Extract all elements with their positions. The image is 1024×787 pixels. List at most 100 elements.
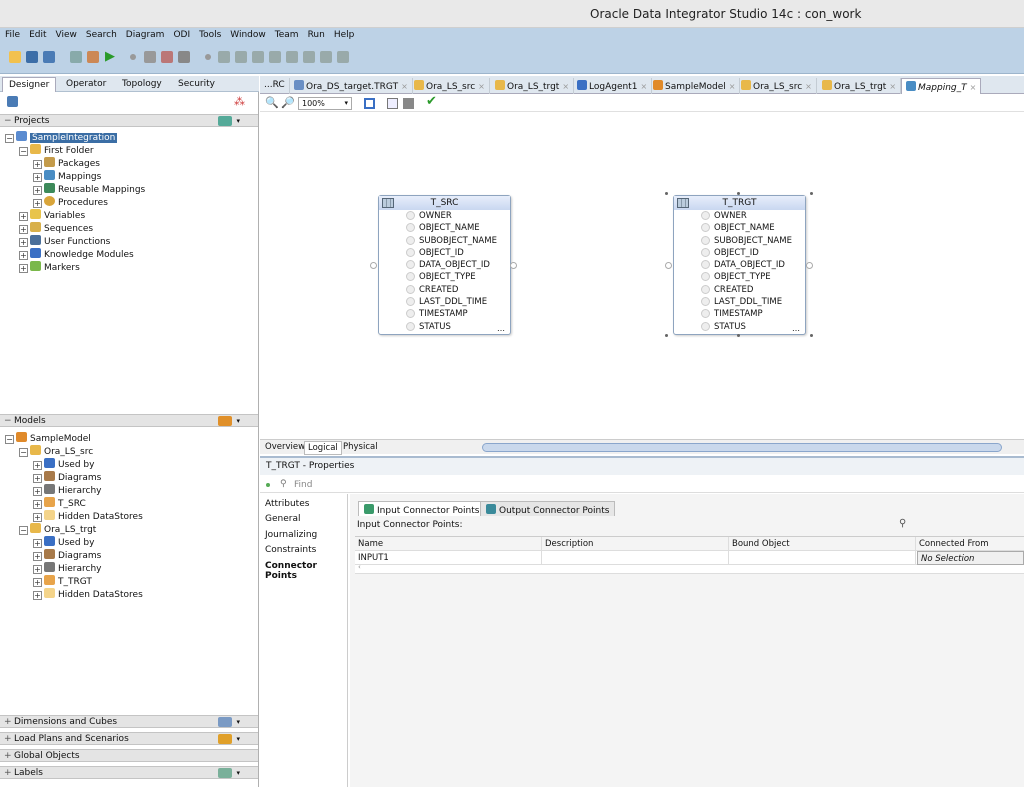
tree-item-markers[interactable]: + Markers — [19, 261, 80, 274]
tab-designer[interactable]: Designer — [2, 77, 57, 92]
subtab-input-connector-points[interactable]: Input Connector Points — [358, 501, 486, 516]
col-description[interactable]: Description — [542, 537, 729, 551]
load-plans-menu-icon[interactable] — [218, 734, 232, 744]
cell-name[interactable]: INPUT1 — [355, 551, 542, 565]
connect-icon[interactable] — [7, 96, 18, 107]
tree-item-trgt-hidden-datastores[interactable]: + Hidden DataStores — [33, 588, 143, 601]
attribute-row[interactable]: OBJECT_ID — [674, 247, 805, 259]
attribute-row[interactable]: OBJECT_NAME — [674, 222, 805, 234]
doc-tab-samplemodel[interactable]: SampleModel × — [649, 78, 741, 94]
zoom-out-icon[interactable]: 🔎 — [281, 96, 295, 109]
doc-tab-mapping-t[interactable]: Mapping_T × — [901, 78, 982, 94]
models-pane-header[interactable]: − Models ▾ — [0, 414, 258, 427]
attribute-row[interactable]: CREATED — [674, 284, 805, 296]
menu-file[interactable]: File — [0, 28, 24, 40]
doc-tab-overflow[interactable]: ...RC — [260, 78, 290, 94]
attribute-row[interactable]: DATA_OBJECT_ID — [674, 259, 805, 271]
table-search-icon[interactable]: ⚲ — [899, 518, 906, 529]
more-icon[interactable]: … — [497, 324, 505, 333]
check-icon[interactable]: ✔ — [426, 94, 437, 109]
menu-tools[interactable]: Tools — [194, 28, 225, 40]
tree-item-knowledge-modules[interactable]: + Knowledge Modules — [19, 248, 134, 261]
subtab-output-connector-points[interactable]: Output Connector Points — [480, 501, 616, 516]
tool-a-icon[interactable] — [161, 51, 173, 63]
menu-search[interactable]: Search — [81, 28, 121, 40]
selection-handle[interactable] — [665, 334, 668, 337]
attribute-row[interactable]: SUBOBJECT_NAME — [674, 235, 805, 247]
attribute-row[interactable]: STATUS — [379, 321, 510, 333]
tool-e-icon[interactable] — [235, 51, 247, 63]
tree-item-sequences[interactable]: + Sequences — [19, 222, 93, 235]
doc-tab-ora-ls-src-2[interactable]: Ora_LS_src × — [737, 78, 817, 94]
new-icon[interactable] — [9, 51, 21, 63]
menu-diagram[interactable]: Diagram — [121, 28, 169, 40]
doc-tab-ora-ds-target[interactable]: Ora_DS_target.TRGT × — [290, 78, 413, 94]
datastore-t-src[interactable]: T_SRC OWNER OBJECT_NAME SUBOBJECT_NAME O… — [378, 195, 511, 335]
table-row[interactable]: INPUT1 No Selection — [355, 551, 1024, 565]
selection-handle[interactable] — [810, 192, 813, 195]
menu-edit[interactable]: Edit — [24, 28, 50, 40]
doc-tab-logagent1[interactable]: LogAgent1 × — [573, 78, 653, 94]
save-all-icon[interactable] — [43, 51, 55, 63]
debug-step-icon[interactable] — [87, 51, 99, 63]
more-icon[interactable]: … — [792, 324, 800, 333]
t-src-input-port[interactable] — [370, 262, 377, 269]
col-name[interactable]: Name — [355, 537, 542, 551]
tool-k-icon[interactable] — [337, 51, 349, 63]
models-menu-icon[interactable] — [218, 416, 232, 426]
tab-operator[interactable]: Operator — [60, 77, 112, 92]
tab-topology[interactable]: Topology — [116, 77, 168, 92]
dimensions-menu-icon[interactable] — [218, 717, 232, 727]
tool-c-icon[interactable] — [205, 54, 211, 60]
zoom-in-icon[interactable]: 🔍 — [265, 96, 279, 109]
global-objects-pane-header[interactable]: + Global Objects — [0, 749, 258, 762]
side-tab-general[interactable]: General — [265, 514, 300, 524]
tree-item-t-src[interactable]: + T_SRC — [33, 497, 86, 510]
selection-handle[interactable] — [810, 334, 813, 337]
tab-physical[interactable]: Physical — [340, 441, 381, 453]
tool-f-icon[interactable] — [252, 51, 264, 63]
tree-item-trgt-used-by[interactable]: + Used by — [33, 536, 94, 549]
attribute-row[interactable]: OWNER — [674, 210, 805, 222]
side-tab-constraints[interactable]: Constraints — [265, 545, 316, 555]
tree-item-trgt-diagrams[interactable]: + Diagrams — [33, 549, 101, 562]
tool-d-icon[interactable] — [218, 51, 230, 63]
tree-item-src-used-by[interactable]: + Used by — [33, 458, 94, 471]
tree-item-first-folder[interactable]: − First Folder — [19, 144, 94, 157]
attribute-row[interactable]: OBJECT_ID — [379, 247, 510, 259]
find-bar[interactable]: ⚲ Find — [260, 477, 1024, 493]
attribute-row[interactable]: OBJECT_TYPE — [674, 271, 805, 283]
tab-overview[interactable]: Overview — [262, 441, 308, 453]
tree-item-variables[interactable]: + Variables — [19, 209, 85, 222]
attribute-row[interactable]: LAST_DDL_TIME — [674, 296, 805, 308]
mapping-canvas[interactable]: T_SRC OWNER OBJECT_NAME SUBOBJECT_NAME O… — [260, 113, 1024, 439]
tree-item-procedures[interactable]: + Procedures — [33, 196, 108, 209]
tree-item-samplemodel[interactable]: − SampleModel — [5, 432, 91, 445]
tree-item-trgt-hierarchy[interactable]: + Hierarchy — [33, 562, 102, 575]
hierarchy-icon[interactable]: ⁂ — [234, 95, 245, 108]
fit-to-window-icon[interactable] — [364, 98, 375, 109]
attribute-row[interactable]: DATA_OBJECT_ID — [379, 259, 510, 271]
scroll-left-icon[interactable]: ‹ — [358, 563, 361, 571]
attribute-row[interactable]: OBJECT_NAME — [379, 222, 510, 234]
attribute-row[interactable]: OBJECT_TYPE — [379, 271, 510, 283]
tree-item-t-trgt[interactable]: + T_TRGT — [33, 575, 92, 588]
projects-pane-header[interactable]: − Projects ▾ — [0, 114, 258, 127]
side-tab-connector-points[interactable]: Connector Points — [265, 561, 347, 581]
menu-team[interactable]: Team — [270, 28, 303, 40]
tree-item-ora-ls-src[interactable]: − Ora_LS_src — [19, 445, 93, 458]
run-icon[interactable]: ▶ — [104, 50, 116, 63]
t-src-output-port[interactable] — [510, 262, 517, 269]
attribute-row[interactable]: TIMESTAMP — [674, 308, 805, 320]
tool-j-icon[interactable] — [320, 51, 332, 63]
col-bound-object[interactable]: Bound Object — [729, 537, 916, 551]
tree-item-src-diagrams[interactable]: + Diagrams — [33, 471, 101, 484]
tab-security[interactable]: Security — [172, 77, 221, 92]
attribute-row[interactable]: OWNER — [379, 210, 510, 222]
projects-menu-icon[interactable] — [218, 116, 232, 126]
tool-h-icon[interactable] — [286, 51, 298, 63]
attribute-row[interactable]: CREATED — [379, 284, 510, 296]
tab-logical[interactable]: Logical — [304, 441, 342, 455]
tool-b-icon[interactable] — [178, 51, 190, 63]
doc-tab-ora-ls-src[interactable]: Ora_LS_src × — [410, 78, 490, 94]
